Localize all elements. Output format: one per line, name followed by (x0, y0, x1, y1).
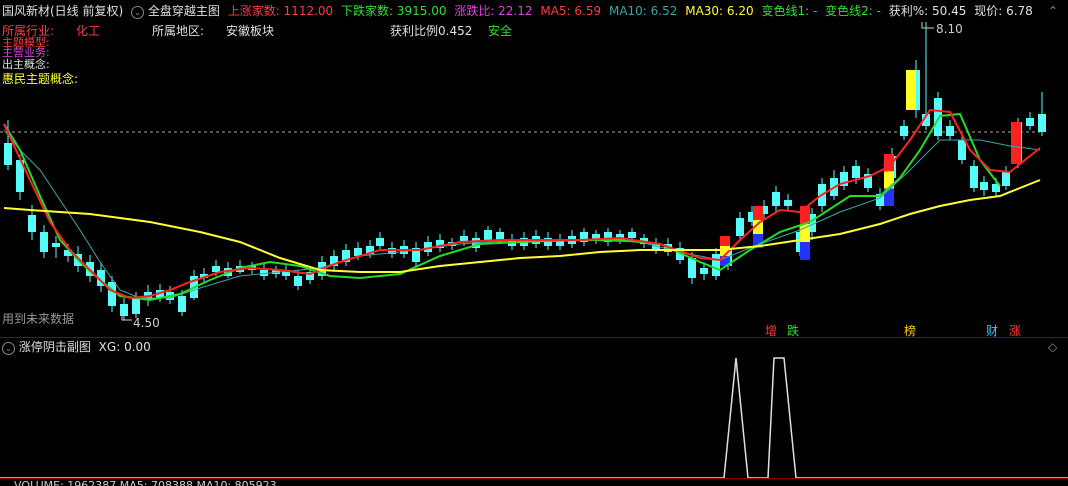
signal-stack-blue (800, 242, 810, 260)
high-price-label: 8.10 (936, 22, 963, 36)
candle-body (120, 304, 128, 316)
candle-body (484, 230, 492, 240)
candle-body (132, 298, 140, 314)
candle-body (1038, 114, 1046, 132)
signal-bar-yellow (906, 70, 916, 110)
candle-body (40, 232, 48, 252)
candle-body (376, 238, 384, 246)
low-price-label: 4.50 (133, 316, 160, 330)
candle-body (28, 215, 36, 232)
volume-header-partial: VOLUME: 1962387 MA5: 708388 MA10: 805923 (14, 479, 277, 486)
candlestick-chart[interactable] (0, 0, 1068, 336)
candle-body (496, 232, 504, 240)
candle-body (946, 126, 954, 136)
signal-chart[interactable] (0, 336, 1068, 478)
candle-body (712, 254, 720, 276)
candle-body (52, 243, 60, 247)
candle-body (1026, 118, 1034, 126)
candle-body (784, 200, 792, 206)
candle-body (772, 192, 780, 206)
candle-body (178, 296, 186, 312)
candle-body (700, 268, 708, 274)
signal-stack-red (753, 206, 763, 220)
candle-body (852, 166, 860, 178)
candle-body (688, 258, 696, 278)
candle-body (628, 232, 636, 238)
candle-body (1002, 172, 1010, 186)
candle-body (970, 166, 978, 188)
xg-signal-line (0, 357, 1068, 478)
candle-body (958, 140, 966, 160)
signal-stack-red (720, 236, 730, 246)
candle-body (108, 282, 116, 306)
high-price-marker (921, 22, 934, 29)
candle-body (4, 143, 12, 165)
future-data-label: 用到未来数据 (2, 312, 75, 326)
candle-body (212, 266, 220, 272)
candle-body (934, 98, 942, 136)
green-trend-line (3, 112, 1001, 302)
candle-body (736, 218, 744, 236)
signal-bar-red (1011, 122, 1021, 164)
candle-body (294, 276, 302, 286)
candle-body (980, 182, 988, 190)
candle-body (900, 126, 908, 136)
